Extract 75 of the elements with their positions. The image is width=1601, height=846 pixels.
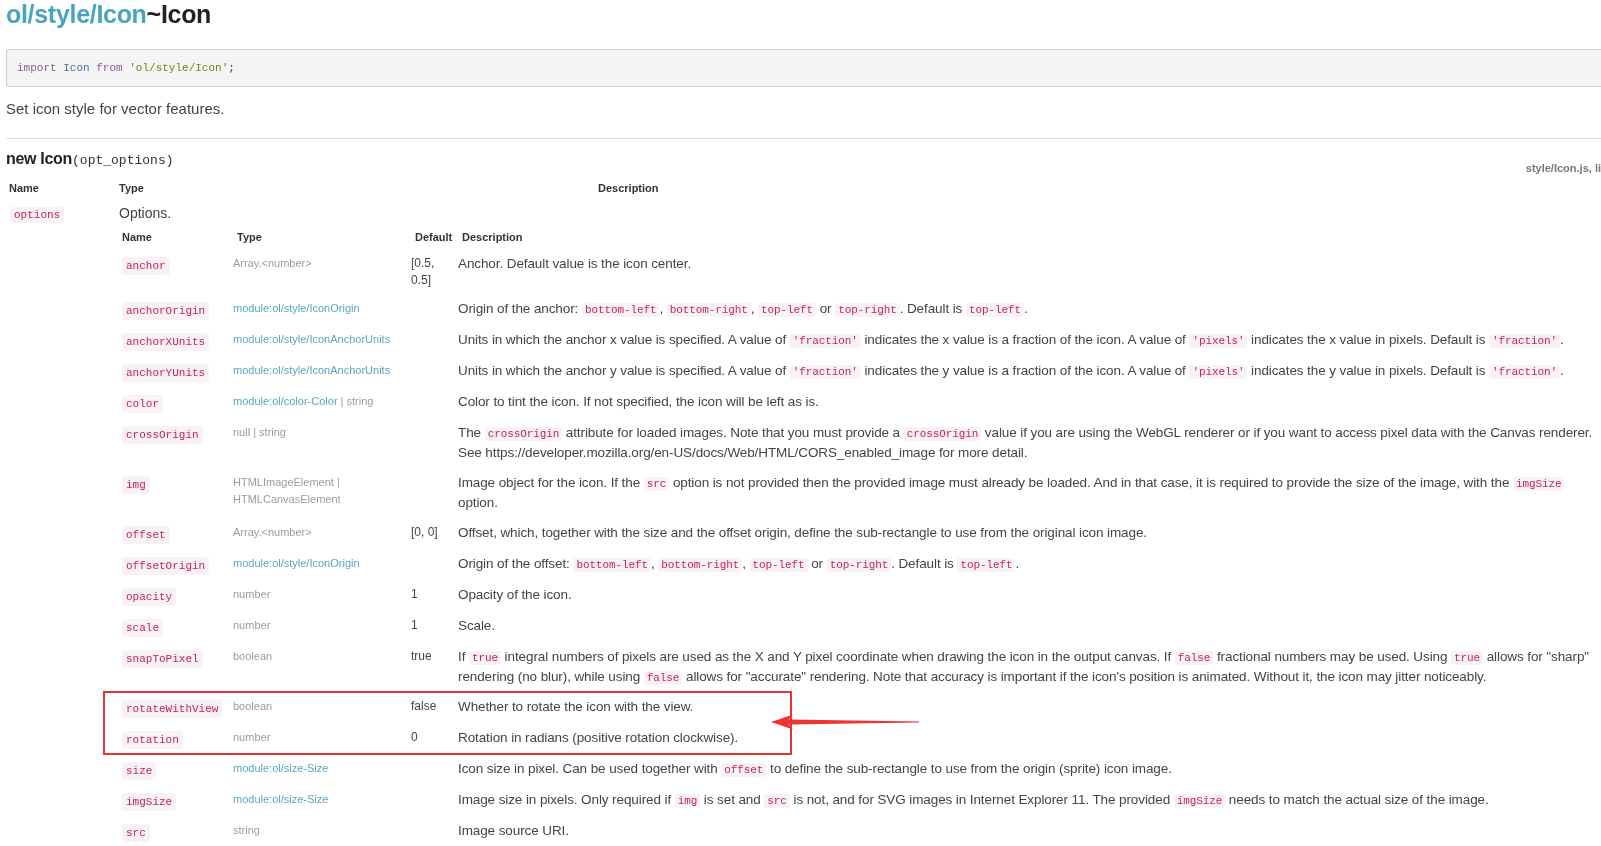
class-name: ~Icon xyxy=(146,0,212,28)
description-text: Offset, which, together with the size and the offset origin, define the sub-rectangle to use from the original icon image. xyxy=(458,524,1148,542)
type-link[interactable]: module:ol/style/IconAnchorUnits xyxy=(233,333,391,345)
description-text: Origin of the anchor: bottom-left , bottom-right , top-left or top-right . Default is top-left . xyxy=(458,300,1029,319)
description-text: Image size in pixels. Only required if img is set and src is not, and for SVG images in Internet Explorer 11. The provided imgSize needs to match the actual size of the image. xyxy=(458,791,1490,810)
option-name: anchorYUnits xyxy=(122,364,210,382)
type-text: boolean xyxy=(233,700,273,712)
description-text: Whether to rotate the icon with the view. xyxy=(458,698,695,716)
description-text: Color to tint the icon. If not specified, the icon will be left as is. xyxy=(458,393,820,411)
type-text: HTMLImageElement | HTMLCanvasElement xyxy=(233,476,341,505)
type-text: boolean xyxy=(233,650,273,662)
description-text: Origin of the offset: bottom-left , bottom-right , top-left or top-right . Default is top-left . xyxy=(458,555,1021,574)
param-name: options xyxy=(10,207,65,223)
column-header: Description xyxy=(598,181,659,196)
type-link[interactable]: module:ol/style/IconOrigin xyxy=(233,302,360,314)
type-text: Array.<number> xyxy=(233,257,312,269)
type-link[interactable]: module:ol/size-Size xyxy=(233,793,329,805)
option-name: rotation xyxy=(122,731,183,749)
option-name: crossOrigin xyxy=(122,426,203,444)
description-text: Anchor. Default value is the icon center. xyxy=(458,255,693,273)
description-text: Image source URI. xyxy=(458,822,570,840)
option-name: anchorXUnits xyxy=(122,333,210,351)
param-type: Options. xyxy=(119,204,172,222)
type-text: number xyxy=(233,588,271,600)
constructor-name: new Icon xyxy=(6,150,73,167)
description-text: Icon size in pixel. Can be used together with offset to define the sub-rectangle to use from the origin (sprite) icon image. xyxy=(458,760,1173,779)
option-name: anchorOrigin xyxy=(122,302,210,320)
type-link[interactable]: module:ol/style/IconOrigin xyxy=(233,557,360,569)
description-text: Scale. xyxy=(458,617,496,635)
description-text: Units in which the anchor y value is specified. A value of 'fraction' indicates the y value is a fraction of the icon. A value of 'pixels' indicates the y value in pixels. Default is 'fraction' . xyxy=(458,362,1565,381)
type-text: string xyxy=(233,824,260,836)
option-name: size xyxy=(122,762,157,780)
option-name: anchor xyxy=(122,257,170,275)
default-value: 1 xyxy=(411,617,418,634)
option-name: src xyxy=(122,824,150,842)
type-text: | string xyxy=(339,395,374,407)
source-link[interactable]: style/Icon.js, li xyxy=(1525,162,1601,174)
option-name: img xyxy=(122,476,150,494)
type-text: number xyxy=(233,731,271,743)
import-statement: import Icon from 'ol/style/Icon'; xyxy=(17,62,235,74)
description-text: If true integral numbers of pixels are used as the X and Y pixel coordinate when drawing the icon in the output canvas. If false fractional numbers may be used. Using true allows for "sharp" rendering (no blur), while using false allows for "accurate" rendering. Note that accuracy is important if the icon's position is animated. Without it, the icon may jitter noticeably. xyxy=(458,648,1591,687)
column-header: Default xyxy=(415,230,453,245)
module-link[interactable]: ol/style/Icon xyxy=(6,0,147,28)
type-text: Array.<number> xyxy=(233,526,312,538)
option-name: rotateWithView xyxy=(122,700,223,718)
description-text: Image object for the icon. If the src option is not provided then the provided image must already be loaded. And in that case, it is required to provide the size of the image, with the imgSize option. xyxy=(458,473,1601,513)
type-link[interactable]: module:ol/color-Color xyxy=(233,395,338,407)
constructor-params: (opt_options) xyxy=(72,153,174,168)
type-text: null | string xyxy=(233,426,286,438)
option-name: snapToPixel xyxy=(122,650,203,668)
default-value: true xyxy=(411,648,432,665)
default-value: 0 xyxy=(411,729,418,746)
option-name: imgSize xyxy=(122,793,177,811)
description-text: The crossOrigin attribute for loaded images. Note that you must provide a crossOrigin value if you are using the WebGL renderer or if you want to access pixel data with the Canvas renderer. See https://developer.mozilla.org/en-US/docs/Web/HTML/CORS_enabled_image for more detail. xyxy=(458,424,1594,462)
option-name: offsetOrigin xyxy=(122,557,210,575)
default-value: [0, 0] xyxy=(411,524,438,541)
type-text: number xyxy=(233,619,271,631)
type-link[interactable]: module:ol/style/IconAnchorUnits xyxy=(233,364,391,376)
column-header: Name xyxy=(122,230,152,245)
column-header: Type xyxy=(119,181,144,196)
default-value: false xyxy=(411,698,437,715)
default-value: [0.5, 0.5] xyxy=(411,255,436,289)
option-name: offset xyxy=(122,526,170,544)
option-name: color xyxy=(122,395,163,413)
class-description: Set icon style for vector features. xyxy=(6,99,226,119)
description-text: Rotation in radians (positive rotation clockwise). xyxy=(458,729,740,747)
column-header: Description xyxy=(462,230,523,245)
option-name: scale xyxy=(122,619,163,637)
column-header: Name xyxy=(9,181,39,196)
type-link[interactable]: module:ol/size-Size xyxy=(233,762,329,774)
default-value: 1 xyxy=(411,586,418,603)
description-text: Opacity of the icon. xyxy=(458,586,573,604)
option-name: opacity xyxy=(122,588,177,606)
description-text: Units in which the anchor x value is specified. A value of 'fraction' indicates the x value is a fraction of the icon. A value of 'pixels' indicates the x value in pixels. Default is 'fraction' . xyxy=(458,331,1565,350)
column-header: Type xyxy=(237,230,262,245)
